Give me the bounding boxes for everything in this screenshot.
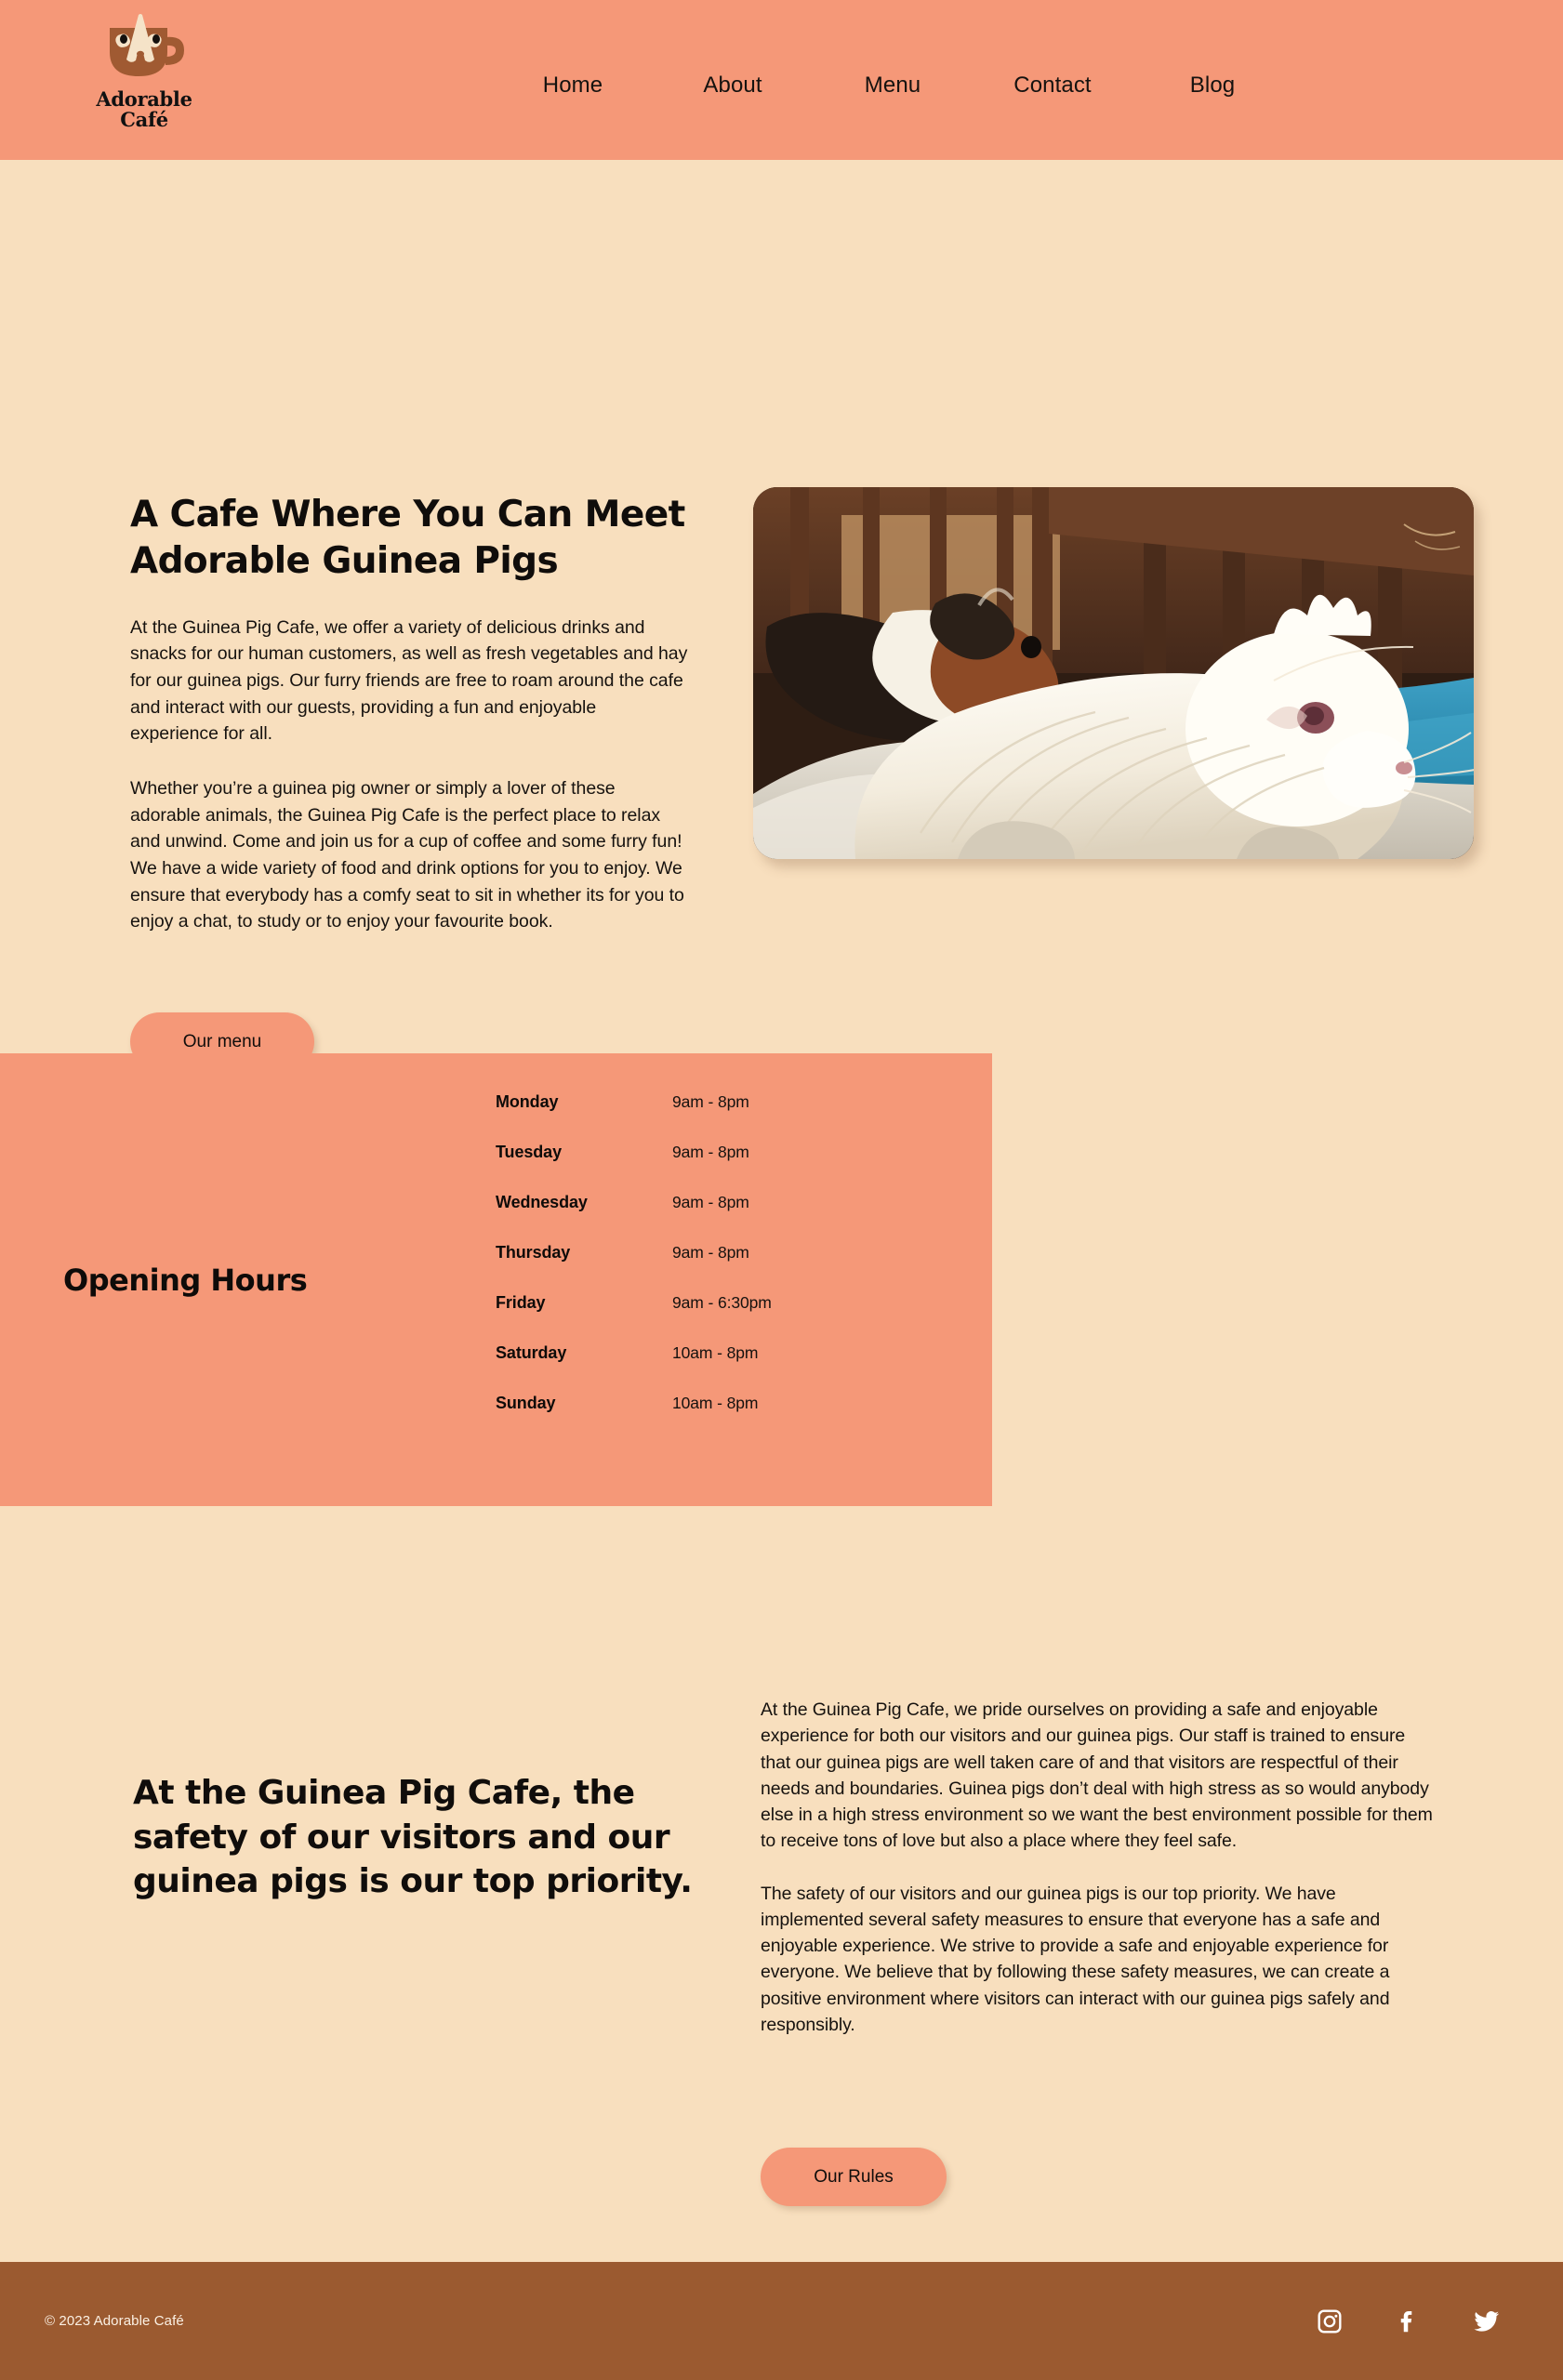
hours-row: Friday 9am - 6:30pm [496,1293,905,1343]
hours-time-value: 9am - 8pm [672,1243,749,1262]
hours-time-value: 9am - 8pm [672,1193,749,1211]
opening-hours-section: Opening Hours Monday 9am - 8pm Tuesday 9… [0,1053,992,1506]
main-nav: Home About Menu Contact Blog [493,73,1563,99]
hours-row: Sunday 10am - 8pm [496,1394,905,1444]
hours-day-label: Sunday [496,1394,556,1412]
hours-time-value: 9am - 6:30pm [672,1293,772,1312]
hours-day-label: Tuesday [496,1143,562,1161]
safety-paragraph-1: At the Guinea Pig Cafe, we pride ourselv… [761,1699,1433,1852]
brand-name: Adorable Café [96,87,192,132]
hours-day-label: Saturday [496,1343,567,1362]
brand-logo-link[interactable]: Adorable Café [79,13,209,131]
social-links [1313,2305,1503,2338]
twitter-icon[interactable] [1469,2305,1503,2338]
copyright-text: © 2023 Adorable Café [45,2313,184,2329]
safety-heading: At the Guinea Pig Cafe, the safety of ou… [133,1774,693,1901]
hours-day-label: Thursday [496,1243,571,1262]
nav-link-blog[interactable]: Blog [1133,73,1292,99]
nav-link-contact[interactable]: Contact [973,73,1133,99]
hours-row: Saturday 10am - 8pm [496,1343,905,1394]
facebook-icon[interactable] [1391,2305,1424,2338]
brand-name-line2: Café [120,108,168,132]
brand-name-line1: Adorable [96,87,192,111]
safety-paragraph-2: The safety of our visitors and our guine… [761,1883,1390,2035]
hours-time-value: 9am - 8pm [672,1092,749,1111]
safety-section: At the Guinea Pig Cafe, the safety of ou… [0,1580,1563,2231]
hours-time-value: 9am - 8pm [672,1143,749,1161]
our-rules-button[interactable]: Our Rules [761,2148,947,2206]
hero-section: A Cafe Where You Can Meet Adorable Guine… [0,160,1563,1071]
hours-time-value: 10am - 8pm [672,1343,759,1362]
hero-text-column: A Cafe Where You Can Meet Adorable Guine… [130,492,688,963]
nav-link-about[interactable]: About [653,73,813,99]
hours-day-label: Monday [496,1092,559,1111]
hero-photo [753,487,1474,859]
safety-text-column: At the Guinea Pig Cafe, we pride ourselv… [761,1697,1439,2064]
hours-row: Tuesday 9am - 8pm [496,1143,905,1193]
opening-hours-title: Opening Hours [63,1262,308,1298]
opening-hours-list: Monday 9am - 8pm Tuesday 9am - 8pm Wedne… [496,1092,905,1444]
hero-paragraph-1: At the Guinea Pig Cafe, we offer a varie… [130,616,688,745]
hours-row: Wednesday 9am - 8pm [496,1193,905,1243]
hours-day-label: Wednesday [496,1193,588,1211]
nav-link-home[interactable]: Home [493,73,653,99]
coffee-cup-dog-logo-icon [93,13,195,87]
site-footer: © 2023 Adorable Café [0,2262,1563,2380]
hours-time-value: 10am - 8pm [672,1394,759,1412]
page-title: A Cafe Where You Can Meet Adorable Guine… [130,494,685,582]
instagram-icon[interactable] [1313,2305,1346,2338]
hours-row: Monday 9am - 8pm [496,1092,905,1143]
hero-paragraph-2: Whether you’re a guinea pig owner or sim… [130,778,684,932]
site-header: Adorable Café Home About Menu Contact Bl… [0,0,1563,160]
guinea-pig-photo [753,487,1474,859]
nav-link-menu[interactable]: Menu [813,73,973,99]
hours-row: Thursday 9am - 8pm [496,1243,905,1293]
hours-day-label: Friday [496,1293,546,1312]
